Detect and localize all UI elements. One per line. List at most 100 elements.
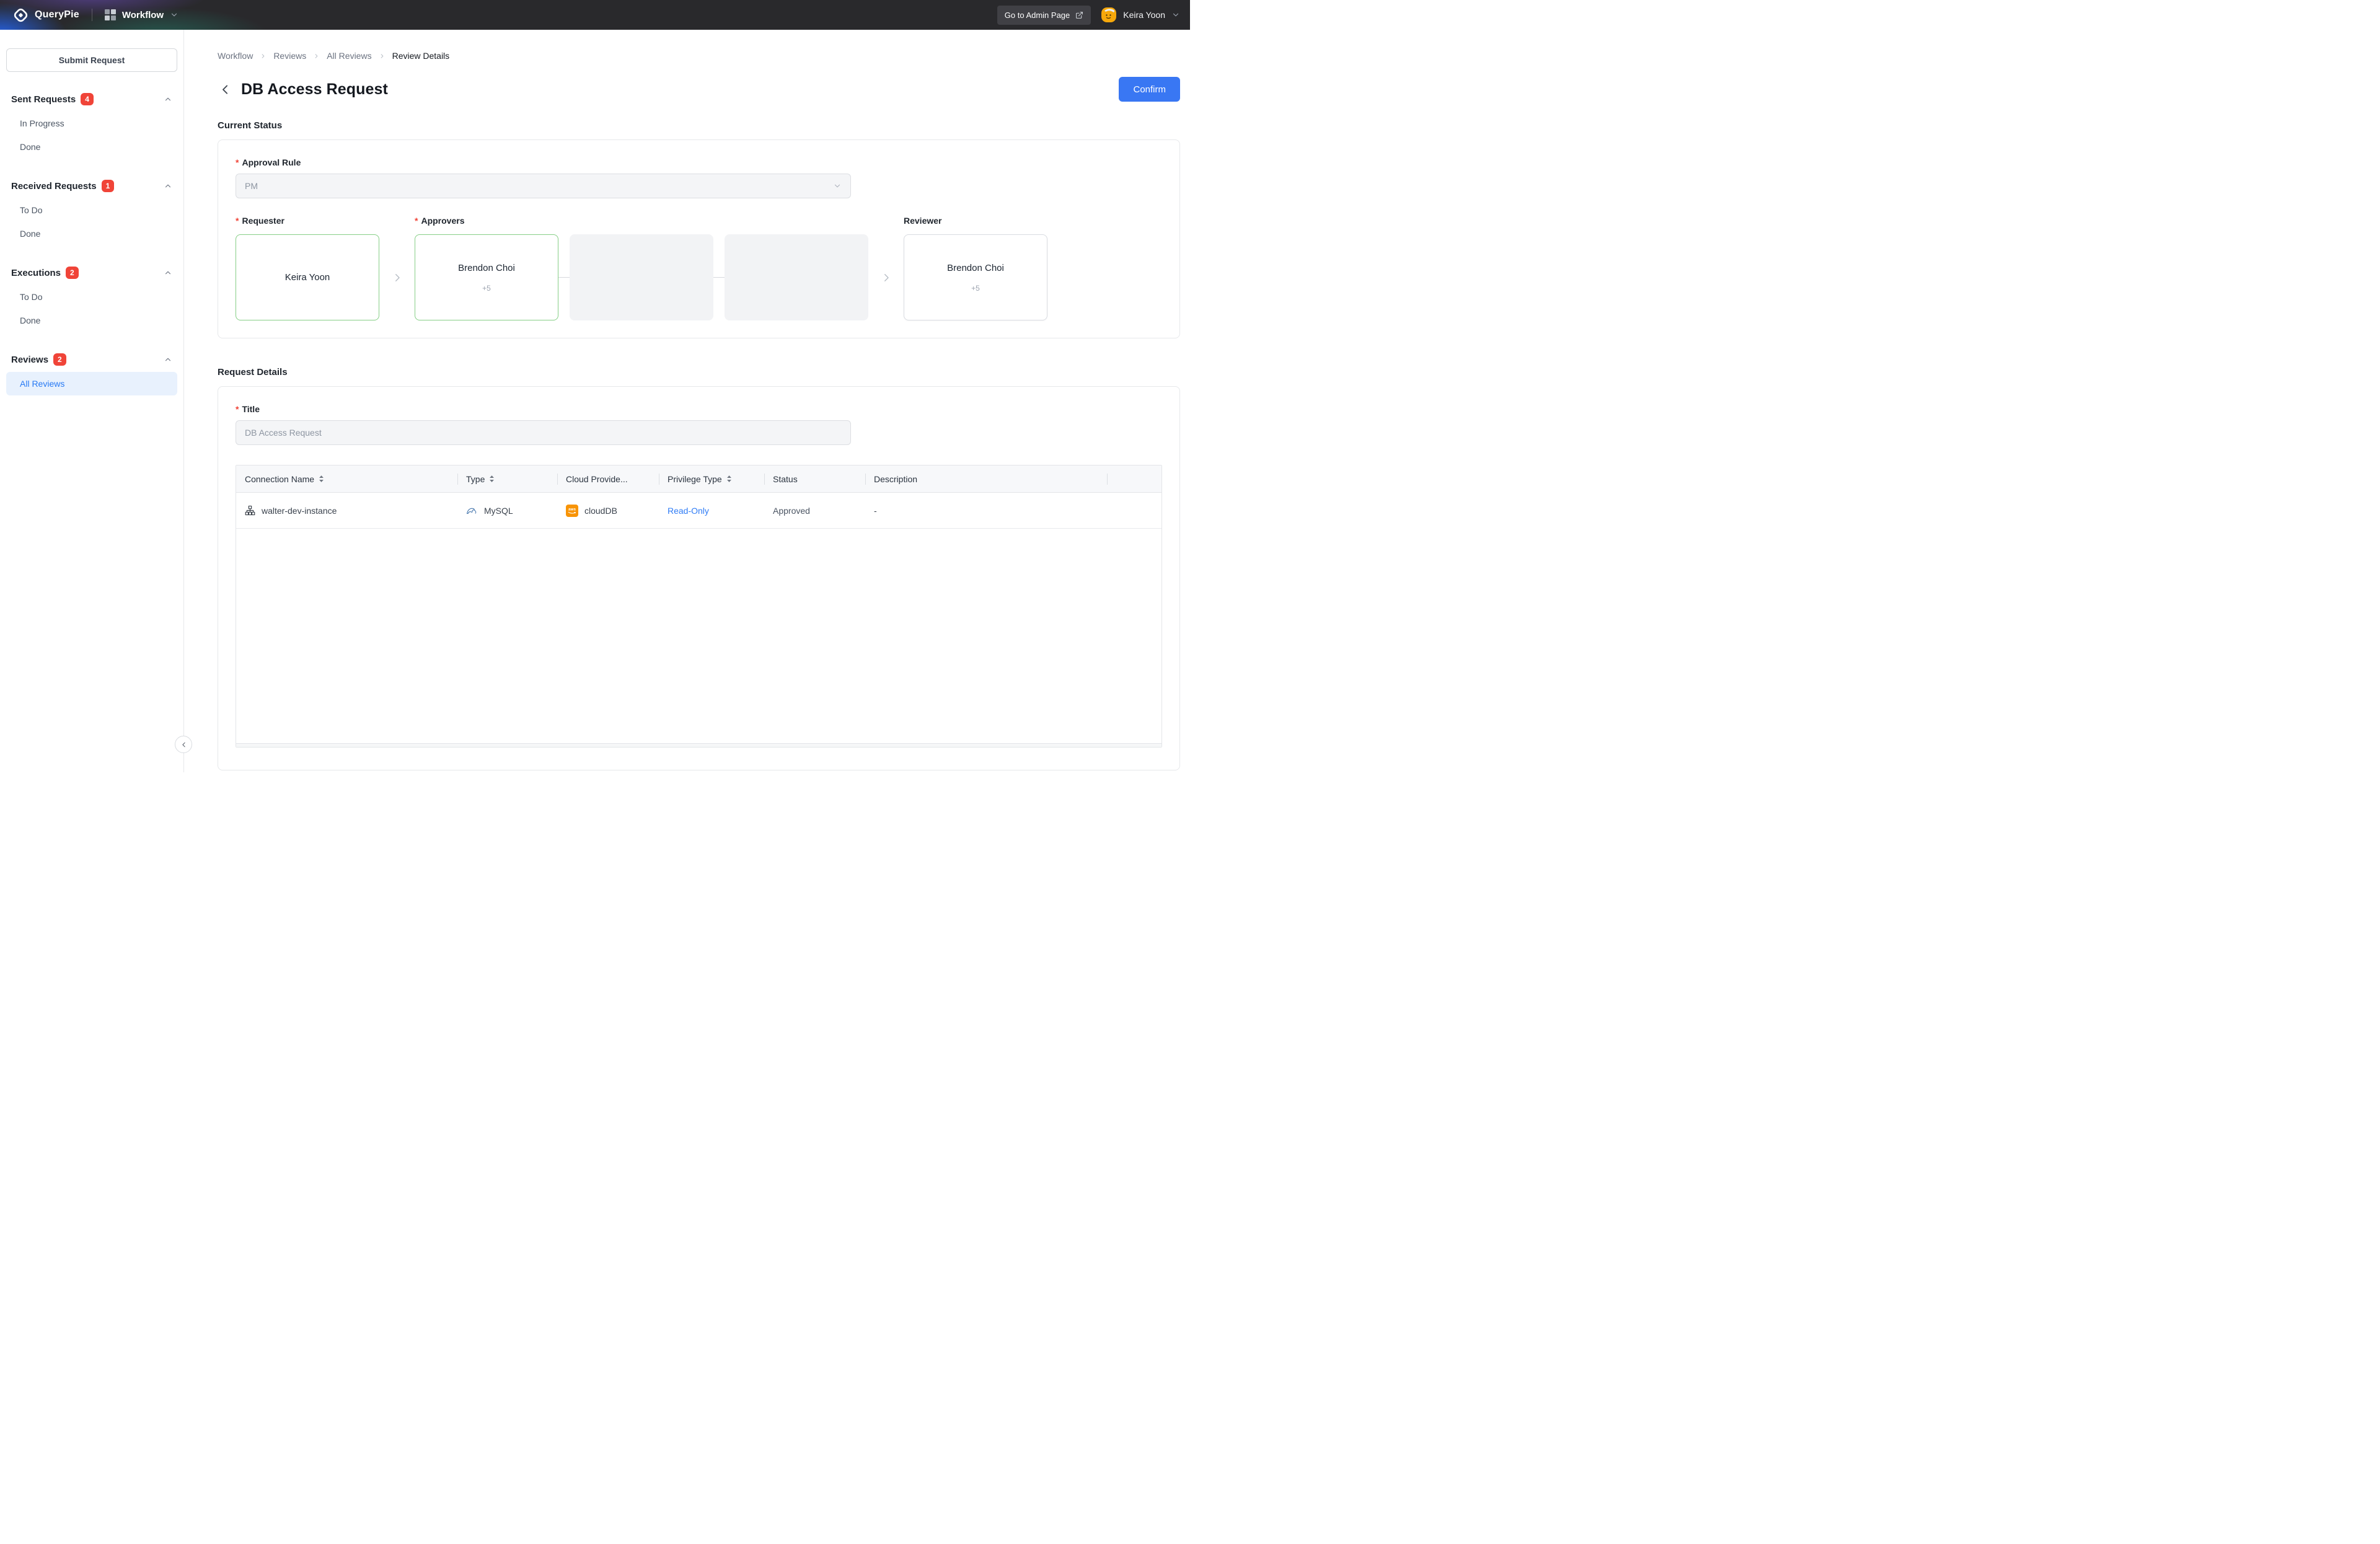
app-grid-icon xyxy=(104,9,116,20)
user-name: Keira Yoon xyxy=(1123,10,1165,20)
user-avatar xyxy=(1101,7,1117,22)
go-to-admin-page-button[interactable]: Go to Admin Page xyxy=(997,5,1091,25)
flow-connector-line xyxy=(558,234,570,320)
sidebar-section-sent-requests: Sent Requests 4 In Progress Done xyxy=(6,90,177,159)
chevron-right-icon xyxy=(260,53,267,60)
app-switcher-label: Workflow xyxy=(121,9,164,20)
sidebar-item-to-do[interactable]: To Do xyxy=(6,198,177,222)
sidebar-section-header-sent-requests[interactable]: Sent Requests 4 xyxy=(6,90,177,108)
section-label: Reviews xyxy=(11,354,49,365)
column-header-type[interactable]: Type xyxy=(457,465,557,492)
reviewer-column: Reviewer Brendon Choi +5 xyxy=(904,216,1047,320)
title-value: DB Access Request xyxy=(245,428,322,438)
table-footer xyxy=(236,743,1161,747)
sort-icon xyxy=(490,475,495,482)
chevron-left-icon xyxy=(223,84,228,94)
confirm-button[interactable]: Confirm xyxy=(1119,77,1180,102)
approval-rule-select[interactable]: PM xyxy=(236,174,851,198)
cell-status: Approved xyxy=(773,505,810,516)
flow-chevron-right-icon xyxy=(868,234,904,320)
table-header-row: Connection Name Type Cloud Provide... Pr… xyxy=(236,465,1161,493)
user-menu[interactable]: Keira Yoon xyxy=(1101,7,1180,23)
flow-connector-line xyxy=(713,234,725,320)
sidebar-item-in-progress[interactable]: In Progress xyxy=(6,112,177,135)
column-header-description[interactable]: Description xyxy=(865,465,1107,492)
sort-icon xyxy=(319,475,324,482)
approvers-label: * Approvers xyxy=(415,216,465,226)
approver-name: Brendon Choi xyxy=(458,262,515,273)
sidebar-section-header-received-requests[interactable]: Received Requests 1 xyxy=(6,177,177,195)
request-details-card: * Title DB Access Request Connection Nam… xyxy=(218,386,1180,770)
topbar: QueryPie Workflow Go to Admin Page Keira xyxy=(0,0,1190,30)
current-status-heading: Current Status xyxy=(218,120,283,131)
chevron-right-icon xyxy=(313,53,320,60)
approver-placeholder-card xyxy=(570,234,713,320)
cell-privilege-type[interactable]: Read-Only xyxy=(659,493,764,528)
brand-name: QueryPie xyxy=(35,9,79,20)
section-label: Sent Requests xyxy=(11,94,76,105)
app-root: QueryPie Workflow Go to Admin Page Keira xyxy=(0,0,1190,772)
column-header-empty xyxy=(1107,465,1161,492)
cell-type: MySQL xyxy=(457,493,557,528)
approver-extra-count: +5 xyxy=(482,283,491,293)
request-details-heading: Request Details xyxy=(218,367,288,377)
cell-connection-name: walter-dev-instance xyxy=(236,493,457,528)
sidebar-item-to-do[interactable]: To Do xyxy=(6,285,177,309)
requester-column: * Requester Keira Yoon xyxy=(236,216,379,320)
sidebar-item-done[interactable]: Done xyxy=(6,222,177,245)
title-label: * Title xyxy=(236,404,260,414)
chevron-up-icon xyxy=(164,355,172,364)
page-title: DB Access Request xyxy=(241,80,388,98)
svg-text:aws: aws xyxy=(568,507,576,511)
count-badge: 2 xyxy=(66,267,79,279)
column-header-status[interactable]: Status xyxy=(764,465,865,492)
breadcrumb-all-reviews[interactable]: All Reviews xyxy=(327,51,371,61)
breadcrumb-workflow[interactable]: Workflow xyxy=(218,51,253,61)
breadcrumb-reviews[interactable]: Reviews xyxy=(273,51,306,61)
reviewer-extra-count: +5 xyxy=(971,283,980,293)
column-header-privilege-type[interactable]: Privilege Type xyxy=(659,465,764,492)
breadcrumb-review-details: Review Details xyxy=(392,51,450,61)
app-switcher[interactable]: Workflow xyxy=(104,9,178,20)
submit-request-button[interactable]: Submit Request xyxy=(6,48,177,72)
sidebar: Submit Request Sent Requests 4 In Progre… xyxy=(0,30,192,772)
table-empty-body xyxy=(236,529,1161,747)
sidebar-section-header-reviews[interactable]: Reviews 2 xyxy=(6,351,177,368)
chevron-up-icon xyxy=(164,95,172,104)
sidebar-item-all-reviews[interactable]: All Reviews xyxy=(6,372,177,395)
reviewer-label: Reviewer xyxy=(904,216,942,226)
requester-card[interactable]: Keira Yoon xyxy=(236,234,379,320)
column-header-cloud-provider[interactable]: Cloud Provide... xyxy=(557,465,659,492)
chevron-up-icon xyxy=(164,268,172,277)
column-header-connection-name[interactable]: Connection Name xyxy=(236,465,457,492)
chevron-down-icon xyxy=(172,13,177,17)
table-row[interactable]: walter-dev-instance MySQL aws cloudDB Re… xyxy=(236,493,1161,529)
requester-label: * Requester xyxy=(236,216,284,226)
chevron-down-icon xyxy=(1173,13,1179,17)
sidebar-collapse-button[interactable] xyxy=(175,736,192,753)
approver-card[interactable]: Brendon Choi +5 xyxy=(415,234,558,320)
sort-icon xyxy=(726,475,731,482)
current-status-card: * Approval Rule PM * Requester Keira Yoo… xyxy=(218,139,1180,338)
chevron-left-icon xyxy=(182,742,185,747)
flow-chevron-right-icon xyxy=(379,234,415,320)
chevron-up-icon xyxy=(164,182,172,190)
chevron-down-icon xyxy=(833,182,842,190)
cell-cloud-provider: aws cloudDB xyxy=(557,493,659,528)
reviewer-name: Brendon Choi xyxy=(947,262,1004,273)
approval-rule-label: * Approval Rule xyxy=(236,157,301,167)
title-input[interactable]: DB Access Request xyxy=(236,420,851,445)
sidebar-section-header-executions[interactable]: Executions 2 xyxy=(6,264,177,281)
sitemap-icon xyxy=(245,505,255,516)
external-link-icon xyxy=(1076,11,1083,19)
back-button[interactable] xyxy=(218,82,233,97)
aws-icon: aws xyxy=(566,504,578,517)
reviewer-card[interactable]: Brendon Choi +5 xyxy=(904,234,1047,320)
cell-description: - xyxy=(874,505,877,516)
sidebar-item-done[interactable]: Done xyxy=(6,135,177,159)
sidebar-item-done[interactable]: Done xyxy=(6,309,177,332)
admin-button-label: Go to Admin Page xyxy=(1004,10,1070,20)
count-badge: 4 xyxy=(81,93,94,105)
section-label: Executions xyxy=(11,267,61,278)
count-badge: 2 xyxy=(53,353,66,366)
